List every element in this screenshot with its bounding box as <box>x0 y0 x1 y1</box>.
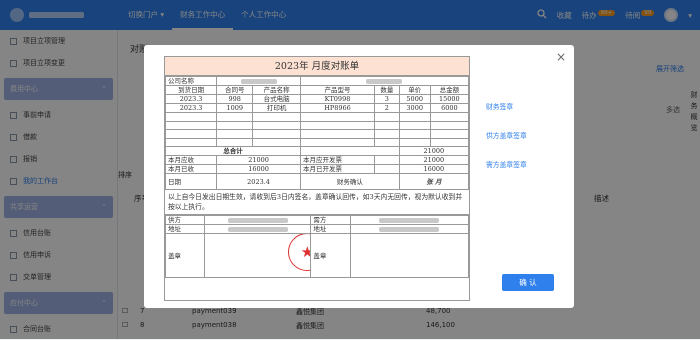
table-cell: HP8966 <box>299 103 376 113</box>
table-cell: 3 <box>374 94 400 104</box>
table-cell: 6000 <box>429 103 470 113</box>
demander-label: 需方 <box>310 215 351 226</box>
notice-text: 以上自今日发出日期生效，请收到后3日内签名，盖章确认回传，如3天内无回传，视为默… <box>165 190 469 216</box>
finance-confirm-label: 财务确认 <box>299 173 400 191</box>
supplier-label: 供方 <box>164 215 206 226</box>
empty-row <box>164 120 470 131</box>
empty-row <box>164 137 470 148</box>
summary-label: 本月已开发票 <box>299 164 376 175</box>
table-cell: 1009 <box>216 103 254 113</box>
finance-seal-link[interactable]: 财务签章 <box>486 101 527 111</box>
table-cell: 2023.3 <box>164 94 218 104</box>
redacted-address <box>379 226 440 232</box>
close-icon[interactable]: × <box>556 50 566 64</box>
column-header: 单价 <box>398 85 431 95</box>
table-cell: 998 <box>216 94 254 104</box>
summary-value: 16000 <box>398 164 470 175</box>
table-row: 2023.3 1009 打印机 HP8966 2 3000 6000 <box>164 103 470 113</box>
summary-label: 本月应开发票 <box>299 155 376 166</box>
address-label: 地址 <box>164 224 206 235</box>
seal-label: 盖章 <box>310 233 351 279</box>
column-header: 产品名称 <box>252 85 301 95</box>
table-cell: 3000 <box>398 103 431 113</box>
address-label: 地址 <box>310 224 351 235</box>
summary-label: 本月已收 <box>164 164 218 175</box>
table-cell: 台式电脑 <box>252 94 301 104</box>
column-header: 产品型号 <box>299 85 376 95</box>
table-cell: 打印机 <box>252 103 301 113</box>
empty-row <box>164 112 470 122</box>
redacted-company <box>240 78 277 84</box>
column-header: 到货日期 <box>164 85 218 95</box>
seal-label: 盖章 <box>164 233 206 279</box>
table-cell: 2023.3 <box>164 103 218 113</box>
table-cell: 15000 <box>429 94 470 104</box>
redacted-supplier <box>227 217 288 223</box>
summary-value: 21000 <box>216 155 301 166</box>
company-seal-stamp: ★ <box>288 234 310 272</box>
confirm-button[interactable]: 确 认 <box>502 274 554 291</box>
statement-sheet: 2023年 月度对账单 公司名称 到货日期 合同号 产品名称 产品型号 数量 单价 总金额 … <box>164 56 470 301</box>
empty-row <box>164 129 470 139</box>
company-label: 公司名称 <box>164 76 218 86</box>
party-table: 供方 需方 地址 地址 盖章 ★ 盖章 <box>164 215 470 279</box>
statement-table: 公司名称 到货日期 合同号 产品名称 产品型号 数量 单价 总金额 2023.3 998 台式电… <box>164 76 470 191</box>
finance-signature: 张 月 <box>398 173 470 191</box>
table-row: 2023.3 998 台式电脑 KT0998 3 5000 15000 <box>164 94 470 104</box>
total-label: 总合计 <box>165 146 301 157</box>
redacted-phone <box>366 78 403 84</box>
column-header: 合同号 <box>216 85 254 95</box>
summary-value: 16000 <box>216 164 301 175</box>
date-label: 日期 <box>164 173 218 191</box>
total-value: 21000 <box>398 146 470 157</box>
date-value: 2023.4 <box>216 173 301 191</box>
redacted-demander <box>379 217 440 223</box>
sheet-title: 2023年 月度对账单 <box>165 57 469 76</box>
supplier-seal-link[interactable]: 供方盖章签章 <box>486 130 527 140</box>
table-cell: 2 <box>374 103 400 113</box>
summary-value: 21000 <box>398 155 470 166</box>
column-header: 数量 <box>374 85 400 95</box>
table-cell: KT0998 <box>299 94 376 104</box>
redacted-address <box>227 226 288 232</box>
column-header: 总金额 <box>429 85 470 95</box>
table-cell: 5000 <box>398 94 431 104</box>
demander-seal-link[interactable]: 需方盖章签章 <box>486 159 527 169</box>
statement-modal: × 2023年 月度对账单 公司名称 到货日期 合同号 产品名称 产品型号 数量 单价 总金… <box>144 45 574 308</box>
star-icon: ★ <box>301 245 310 260</box>
summary-label: 本月应收 <box>164 155 218 166</box>
